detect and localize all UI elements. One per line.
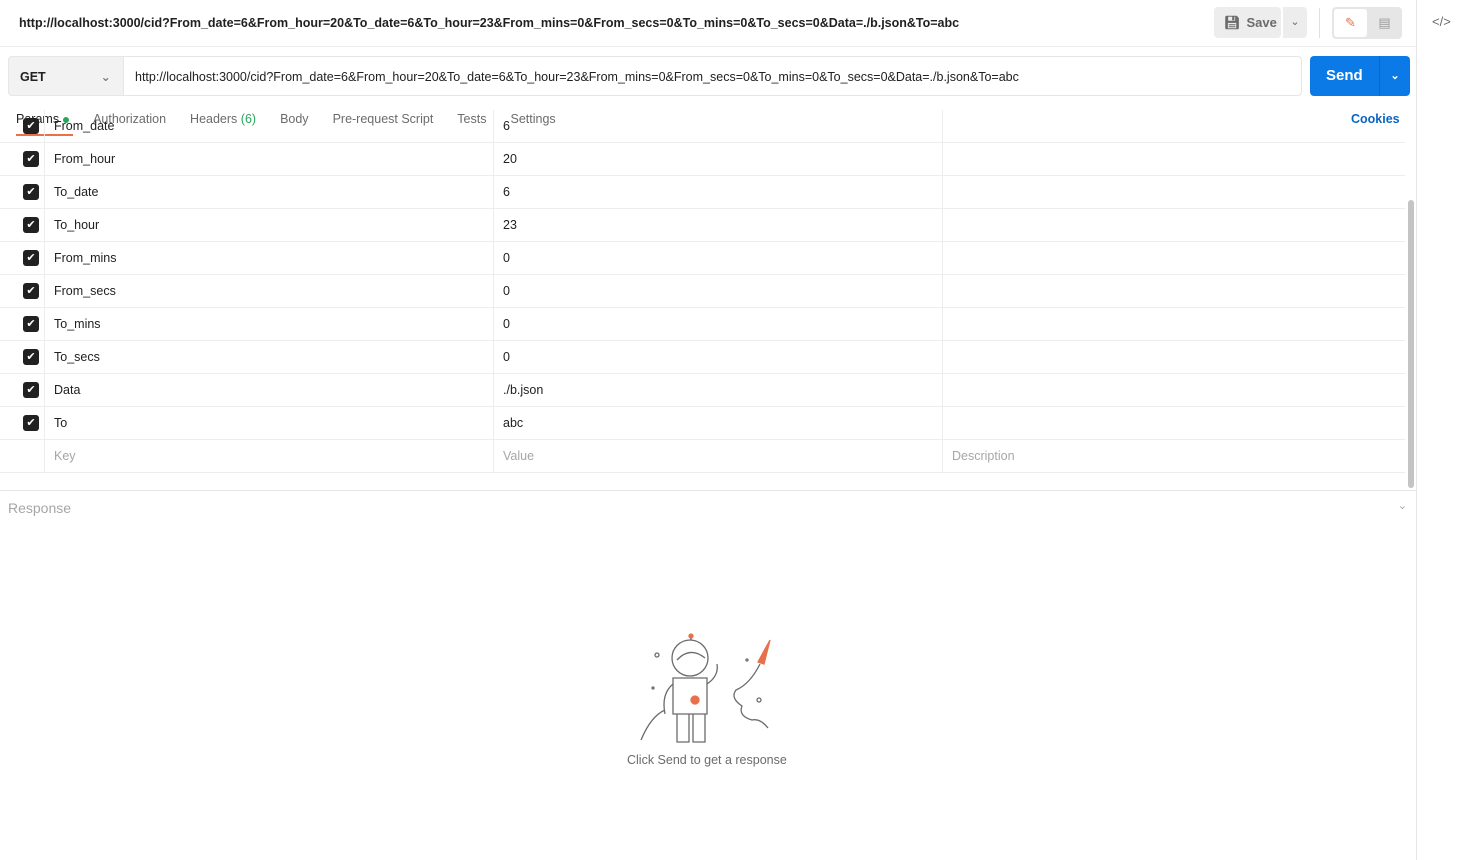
param-enabled-cell: ✔ [0, 110, 45, 143]
param-row: ✔ To abc [0, 407, 1405, 440]
checkbox-checked-icon[interactable]: ✔ [23, 151, 39, 167]
param-enabled-cell: ✔ [0, 407, 45, 440]
param-row: ✔ From_mins 0 [0, 242, 1405, 275]
param-description[interactable] [943, 176, 1405, 209]
param-row: ✔ Data ./b.json [0, 374, 1405, 407]
param-value[interactable]: ./b.json [494, 374, 943, 407]
astronaut-illustration [635, 630, 785, 753]
method-select[interactable]: GET ⌄ [8, 56, 124, 96]
method-value: GET [20, 70, 46, 84]
checkbox-checked-icon[interactable]: ✔ [23, 382, 39, 398]
param-key[interactable]: To_secs [45, 341, 494, 374]
save-dropdown-button[interactable]: ⌄ [1283, 7, 1307, 38]
param-description[interactable] [943, 275, 1405, 308]
send-dropdown-chevron-icon[interactable]: ⌄ [1379, 56, 1410, 96]
send-button[interactable]: Send ⌄ [1310, 56, 1410, 96]
checkbox-checked-icon[interactable]: ✔ [23, 118, 39, 134]
param-key[interactable]: From_date [45, 110, 494, 143]
checkbox-checked-icon[interactable]: ✔ [23, 250, 39, 266]
chevron-down-icon: ⌄ [1290, 16, 1300, 28]
chevron-down-icon[interactable]: ⌄ [1398, 499, 1407, 512]
request-pane: http://localhost:3000/cid?From_date=6&Fr… [0, 0, 1417, 860]
right-sidebar: </> [1418, 0, 1466, 860]
params-table: ✔ From_date 6 ✔ From_hour 20 ✔ To_date 6… [0, 110, 1405, 473]
param-description[interactable] [943, 308, 1405, 341]
send-label: Send [1326, 67, 1363, 84]
param-enabled-cell: ✔ [0, 308, 45, 341]
param-description[interactable] [943, 374, 1405, 407]
param-value[interactable]: 23 [494, 209, 943, 242]
param-key[interactable]: From_mins [45, 242, 494, 275]
url-input[interactable]: http://localhost:3000/cid?From_date=6&Fr… [124, 56, 1302, 96]
param-row: ✔ From_secs 0 [0, 275, 1405, 308]
param-key[interactable]: To [45, 407, 494, 440]
param-row: ✔ To_mins 0 [0, 308, 1405, 341]
param-value[interactable]: 0 [494, 341, 943, 374]
param-description[interactable] [943, 110, 1405, 143]
param-value[interactable]: 20 [494, 143, 943, 176]
param-row: ✔ To_hour 23 [0, 209, 1405, 242]
save-icon: 💾︎ [1224, 14, 1241, 30]
param-row-new: Key Value Description [0, 440, 1405, 473]
param-enabled-cell [0, 440, 45, 473]
response-title: Response [8, 500, 72, 516]
param-key[interactable]: From_hour [45, 143, 494, 176]
param-enabled-cell: ✔ [0, 209, 45, 242]
save-button[interactable]: 💾︎ Save [1214, 7, 1281, 38]
checkbox-checked-icon[interactable]: ✔ [23, 217, 39, 233]
code-snippet-icon[interactable]: </> [1432, 14, 1451, 29]
param-key[interactable]: From_secs [45, 275, 494, 308]
param-enabled-cell: ✔ [0, 242, 45, 275]
param-enabled-cell: ✔ [0, 275, 45, 308]
param-enabled-cell: ✔ [0, 143, 45, 176]
param-key[interactable]: To_mins [45, 308, 494, 341]
checkbox-checked-icon[interactable]: ✔ [23, 415, 39, 431]
param-value[interactable]: abc [494, 407, 943, 440]
checkbox-checked-icon[interactable]: ✔ [23, 349, 39, 365]
value-input[interactable]: Value [494, 440, 943, 473]
comment-icon[interactable]: ▤ [1369, 9, 1400, 37]
param-description[interactable] [943, 209, 1405, 242]
param-description[interactable] [943, 143, 1405, 176]
scrollbar[interactable] [1408, 200, 1414, 488]
param-value[interactable]: 6 [494, 110, 943, 143]
param-row: ✔ To_date 6 [0, 176, 1405, 209]
param-description[interactable] [943, 242, 1405, 275]
chevron-down-icon: ⌄ [100, 70, 111, 84]
request-header: http://localhost:3000/cid?From_date=6&Fr… [0, 0, 1416, 47]
param-description[interactable] [943, 407, 1405, 440]
checkbox-checked-icon[interactable]: ✔ [23, 316, 39, 332]
empty-response-text: Click Send to get a response [627, 753, 787, 767]
param-value[interactable]: 6 [494, 176, 943, 209]
param-row: ✔ To_secs 0 [0, 341, 1405, 374]
param-value[interactable]: 0 [494, 275, 943, 308]
request-title: http://localhost:3000/cid?From_date=6&Fr… [19, 16, 960, 30]
param-row: ✔ From_hour 20 [0, 143, 1405, 176]
param-key[interactable]: To_hour [45, 209, 494, 242]
view-toggle: ✎ ▤ [1332, 7, 1402, 39]
param-key[interactable]: To_date [45, 176, 494, 209]
checkbox-checked-icon[interactable]: ✔ [23, 184, 39, 200]
edit-pencil-icon[interactable]: ✎ [1334, 9, 1367, 37]
param-key[interactable]: Data [45, 374, 494, 407]
response-section: Response ⌄ [0, 490, 1417, 524]
save-label: Save [1246, 15, 1277, 30]
param-enabled-cell: ✔ [0, 176, 45, 209]
key-input[interactable]: Key [45, 440, 494, 473]
param-row: ✔ From_date 6 [0, 110, 1405, 143]
param-enabled-cell: ✔ [0, 374, 45, 407]
divider [1319, 8, 1320, 38]
checkbox-checked-icon[interactable]: ✔ [23, 283, 39, 299]
description-input[interactable]: Description [943, 440, 1405, 473]
param-value[interactable]: 0 [494, 308, 943, 341]
param-value[interactable]: 0 [494, 242, 943, 275]
param-description[interactable] [943, 341, 1405, 374]
param-enabled-cell: ✔ [0, 341, 45, 374]
